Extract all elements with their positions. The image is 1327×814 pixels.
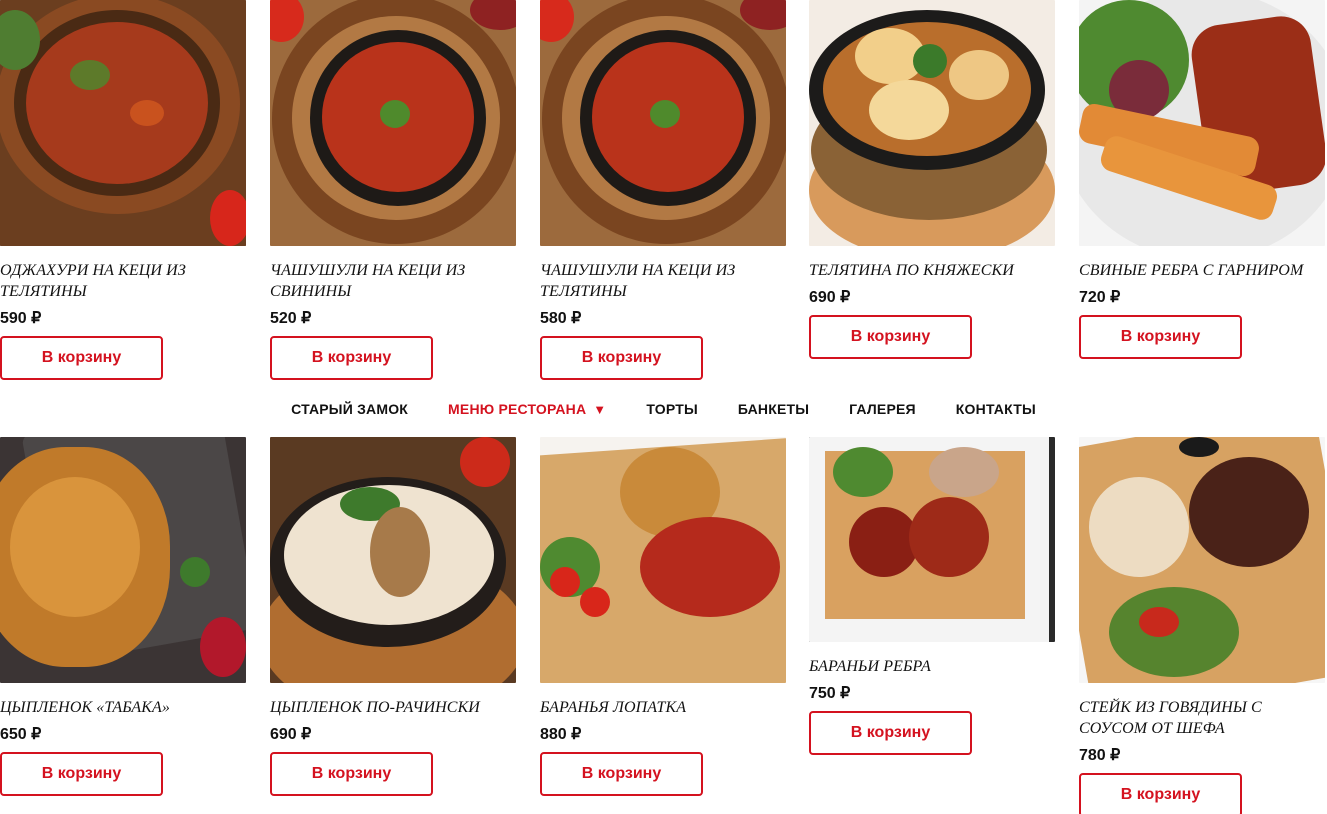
- product-card: Оджахури на кеци из телятины 590 ₽ В кор…: [0, 0, 246, 380]
- product-card: Стейк из говядины с соусом от шефа 780 ₽…: [1079, 437, 1325, 814]
- nav-item-gallery[interactable]: ГАЛЕРЕЯ: [849, 401, 916, 417]
- add-to-cart-button[interactable]: В корзину: [270, 336, 433, 380]
- nav-item-label: КОНТАКТЫ: [955, 401, 1036, 417]
- product-name[interactable]: Чашушули на кеци из свинины: [270, 260, 516, 302]
- product-photo[interactable]: [1079, 0, 1325, 246]
- add-to-cart-button[interactable]: В корзину: [270, 752, 433, 796]
- nav-item-label: МЕНЮ РЕСТОРАНА: [448, 401, 587, 417]
- nav-item-old-castle[interactable]: СТАРЫЙ ЗАМОК: [291, 401, 408, 417]
- product-card: Цыпленок по-рачински 690 ₽ В корзину: [270, 437, 516, 796]
- main-navigation: СТАРЫЙ ЗАМОК МЕНЮ РЕСТОРАНА ▼ ТОРТЫ БАНК…: [0, 381, 1327, 437]
- product-photo[interactable]: [1079, 437, 1325, 683]
- product-price: 590 ₽: [0, 310, 42, 327]
- product-photo[interactable]: [540, 437, 786, 683]
- add-to-cart-button[interactable]: В корзину: [540, 336, 703, 380]
- product-price: 880 ₽: [540, 726, 582, 743]
- product-name[interactable]: Стейк из говядины с соусом от шефа: [1079, 697, 1325, 739]
- add-to-cart-button[interactable]: В корзину: [540, 752, 703, 796]
- product-photo[interactable]: [809, 0, 1055, 246]
- product-name[interactable]: Цыпленок по-рачински: [270, 697, 516, 718]
- product-row-top: Оджахури на кеци из телятины 590 ₽ В кор…: [0, 0, 1327, 381]
- nav-item-cakes[interactable]: ТОРТЫ: [646, 401, 698, 417]
- product-price: 690 ₽: [809, 289, 851, 306]
- product-card: Свиные ребра с гарниром 720 ₽ В корзину: [1079, 0, 1325, 359]
- nav-item-banquets[interactable]: БАНКЕТЫ: [738, 401, 809, 417]
- product-card: Бараньи ребра 750 ₽ В корзину: [809, 437, 1055, 755]
- product-price: 720 ₽: [1079, 289, 1121, 306]
- product-card: Баранья лопатка 880 ₽ В корзину: [540, 437, 786, 796]
- product-card: Телятина по княжески 690 ₽ В корзину: [809, 0, 1055, 359]
- product-name[interactable]: Телятина по княжески: [809, 260, 1055, 281]
- nav-item-restaurant-menu[interactable]: МЕНЮ РЕСТОРАНА ▼: [448, 401, 606, 417]
- product-card: Чашушули на кеци из свинины 520 ₽ В корз…: [270, 0, 516, 380]
- product-price: 650 ₽: [0, 726, 42, 743]
- add-to-cart-button[interactable]: В корзину: [1079, 315, 1242, 359]
- product-photo[interactable]: [0, 437, 246, 683]
- product-name[interactable]: Баранья лопатка: [540, 697, 786, 718]
- nav-item-label: СТАРЫЙ ЗАМОК: [291, 401, 409, 417]
- product-price: 750 ₽: [809, 685, 851, 702]
- product-card: Цыпленок «Табака» 650 ₽ В корзину: [0, 437, 246, 796]
- product-name[interactable]: Свиные ребра с гарниром: [1079, 260, 1325, 281]
- product-price: 520 ₽: [270, 310, 312, 327]
- nav-item-label: ГАЛЕРЕЯ: [849, 401, 916, 417]
- product-name[interactable]: Чашушули на кеци из телятины: [540, 260, 786, 302]
- nav-item-label: БАНКЕТЫ: [737, 401, 810, 417]
- add-to-cart-button[interactable]: В корзину: [0, 752, 163, 796]
- product-price: 690 ₽: [270, 726, 312, 743]
- product-photo[interactable]: [809, 437, 1055, 642]
- add-to-cart-button[interactable]: В корзину: [1079, 773, 1242, 814]
- product-photo[interactable]: [540, 0, 786, 246]
- add-to-cart-button[interactable]: В корзину: [0, 336, 163, 380]
- product-photo[interactable]: [270, 0, 516, 246]
- add-to-cart-button[interactable]: В корзину: [809, 315, 972, 359]
- product-price: 580 ₽: [540, 310, 582, 327]
- add-to-cart-button[interactable]: В корзину: [809, 711, 972, 755]
- caret-down-icon: ▼: [593, 401, 607, 417]
- product-photo[interactable]: [270, 437, 516, 683]
- product-card: Чашушули на кеци из телятины 580 ₽ В кор…: [540, 0, 786, 380]
- product-row-bottom: Цыпленок «Табака» 650 ₽ В корзину Цыплен…: [0, 437, 1327, 814]
- product-photo[interactable]: [0, 0, 246, 246]
- product-price: 780 ₽: [1079, 747, 1121, 764]
- product-name[interactable]: Бараньи ребра: [809, 656, 1055, 677]
- product-name[interactable]: Оджахури на кеци из телятины: [0, 260, 246, 302]
- nav-item-contacts[interactable]: КОНТАКТЫ: [956, 401, 1036, 417]
- product-name[interactable]: Цыпленок «Табака»: [0, 697, 246, 718]
- nav-item-label: ТОРТЫ: [646, 401, 698, 417]
